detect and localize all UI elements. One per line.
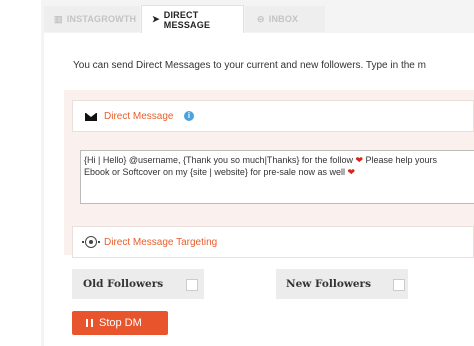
direct-message-header[interactable]: Direct Message i <box>72 100 474 132</box>
old-followers-checkbox[interactable] <box>186 279 198 291</box>
intro-text: You can send Direct Messages to your cur… <box>73 60 426 71</box>
heart-icon: ❤ <box>347 167 356 177</box>
new-followers-toggle[interactable]: New Followers <box>276 269 408 299</box>
message-line-2: Ebook or Softcover on my {site | website… <box>84 167 348 177</box>
old-followers-toggle[interactable]: Old Followers <box>72 269 204 299</box>
tab-label: INSTAGROWTH <box>66 14 137 24</box>
target-icon <box>82 236 100 248</box>
message-line-1: {Hi | Hello} @username, {Thank you so mu… <box>84 155 356 165</box>
old-followers-label: Old Followers <box>83 278 164 290</box>
tab-instagrowth[interactable]: ▥ INSTAGROWTH <box>44 6 140 32</box>
stop-dm-label: Stop DM <box>99 317 142 329</box>
tab-direct-message[interactable]: ➤ DIRECT MESSAGE <box>141 5 244 33</box>
envelope-icon <box>85 113 97 121</box>
targeting-header[interactable]: Direct Message Targeting <box>72 226 474 258</box>
message-line-1-tail: Please help yours <box>363 155 438 165</box>
message-textarea[interactable]: {Hi | Hello} @username, {Thank you so mu… <box>80 150 474 204</box>
new-followers-checkbox[interactable] <box>393 279 405 291</box>
info-icon[interactable]: i <box>184 111 194 121</box>
heart-icon: ❤ <box>355 155 363 165</box>
targeting-title: Direct Message Targeting <box>104 237 218 248</box>
send-icon: ➤ <box>152 14 160 24</box>
inbox-icon: ⊖ <box>257 13 265 24</box>
new-followers-label: New Followers <box>286 278 371 290</box>
tab-label: DIRECT MESSAGE <box>163 9 211 30</box>
tab-inbox[interactable]: ⊖ INBOX <box>245 6 325 32</box>
chart-icon: ▥ <box>54 13 63 24</box>
direct-message-title: Direct Message <box>104 111 174 122</box>
pause-icon <box>86 319 93 327</box>
stop-dm-button[interactable]: Stop DM <box>72 311 168 335</box>
tab-label: INBOX <box>268 14 299 24</box>
